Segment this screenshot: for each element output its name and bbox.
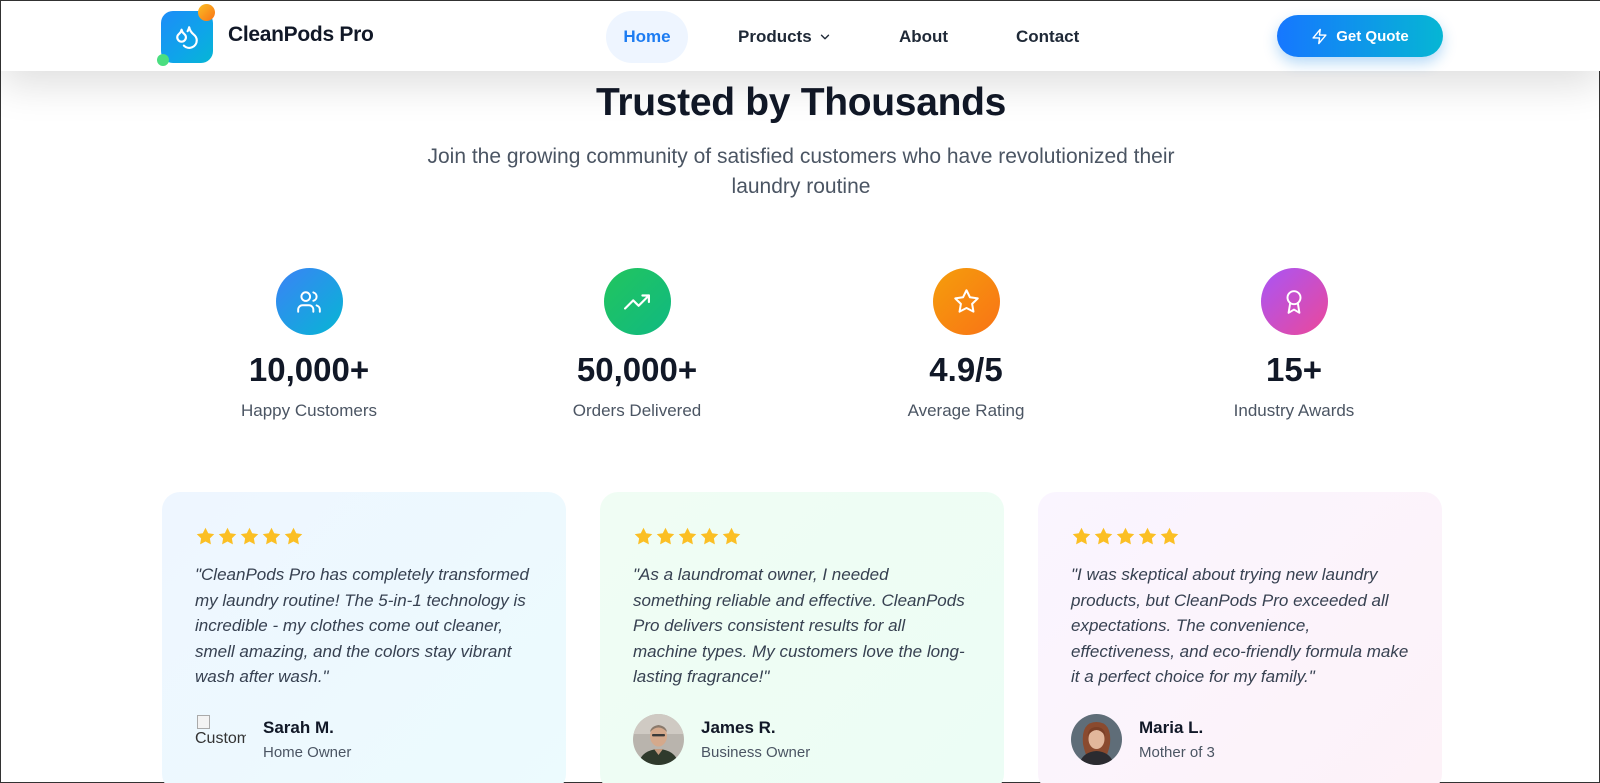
star-icon xyxy=(262,527,281,545)
author-name: Sarah M. xyxy=(263,718,334,737)
star-icon xyxy=(1116,527,1135,545)
droplets-icon xyxy=(176,26,198,49)
stat-label: Industry Awards xyxy=(1233,401,1355,420)
nav-about[interactable]: About xyxy=(899,11,948,63)
stat-happy-customers: 10,000+ Happy Customers xyxy=(179,268,439,421)
author-name: James R. xyxy=(701,718,776,737)
broken-image-icon xyxy=(197,715,210,729)
stat-value: 4.9/5 xyxy=(929,351,1003,388)
stat-icon-circle xyxy=(1260,268,1328,335)
stat-value: 15+ xyxy=(1266,351,1322,388)
star-rating xyxy=(1071,526,1409,548)
testimonial-card: "CleanPods Pro has completely transforme… xyxy=(162,492,566,783)
star-icon xyxy=(1072,527,1091,545)
get-quote-label: Get Quote xyxy=(1336,27,1409,45)
stat-icon-circle xyxy=(603,268,671,335)
logo-accent-dot xyxy=(157,54,169,66)
avatar-alt-text: Customer xyxy=(195,730,246,747)
stat-industry-awards: 15+ Industry Awards xyxy=(1164,268,1424,421)
man-portrait-icon xyxy=(633,714,684,765)
star-icon xyxy=(1138,527,1157,545)
author-role: Home Owner xyxy=(263,744,352,761)
testimonial-quote: "As a laundromat owner, I needed somethi… xyxy=(633,565,965,686)
logo[interactable] xyxy=(157,3,227,69)
star-rating xyxy=(195,526,533,548)
star-icon xyxy=(1094,527,1113,545)
stat-value: 10,000+ xyxy=(248,351,370,388)
section-title: Trusted by Thousands xyxy=(595,81,1007,124)
section-subtitle: Join the growing community of satisfied … xyxy=(427,145,1175,198)
logo-accent-dot xyxy=(198,4,215,21)
star-icon xyxy=(218,527,237,545)
author-role: Mother of 3 xyxy=(1139,744,1215,761)
avatar xyxy=(633,714,684,765)
brand-name[interactable]: CleanPods Pro xyxy=(228,23,374,47)
site-header: CleanPods Pro Home Products About Contac… xyxy=(1,1,1600,71)
nav-products[interactable]: Products xyxy=(738,11,832,63)
author-role: Business Owner xyxy=(701,744,811,761)
star-rating xyxy=(633,526,971,548)
star-icon xyxy=(240,527,259,545)
get-quote-button[interactable]: Get Quote xyxy=(1277,15,1443,57)
testimonial-card: "I was skeptical about trying new laundr… xyxy=(1038,492,1442,783)
star-icon xyxy=(284,527,303,545)
star-icon xyxy=(196,527,215,545)
testimonial-quote: "CleanPods Pro has completely transforme… xyxy=(195,565,529,686)
stat-icon-circle xyxy=(275,268,343,335)
star-icon xyxy=(700,527,719,545)
star-icon xyxy=(656,527,675,545)
stat-label: Average Rating xyxy=(907,401,1025,420)
trending-up-icon xyxy=(624,293,650,310)
woman-portrait-icon xyxy=(1071,714,1122,765)
stat-average-rating: 4.9/5 Average Rating xyxy=(836,268,1096,421)
star-icon xyxy=(953,289,979,313)
testimonial-quote: "I was skeptical about trying new laundr… xyxy=(1071,565,1409,686)
stat-value: 50,000+ xyxy=(576,351,698,388)
avatar: Customer xyxy=(195,714,246,765)
testimonial-author: James R. Business Owner xyxy=(633,714,810,765)
chevron-down-icon xyxy=(820,34,829,40)
nav-products-label: Products xyxy=(738,27,812,46)
stat-orders-delivered: 50,000+ Orders Delivered xyxy=(507,268,767,421)
star-icon xyxy=(722,527,741,545)
lightning-icon xyxy=(1312,28,1327,44)
avatar xyxy=(1071,714,1122,765)
award-icon xyxy=(1286,289,1302,314)
author-name: Maria L. xyxy=(1139,718,1204,737)
star-icon xyxy=(678,527,697,545)
star-icon xyxy=(634,527,653,545)
stat-label: Happy Customers xyxy=(240,401,378,420)
testimonial-author: Customer Sarah M. Home Owner xyxy=(195,714,351,765)
testimonial-author: Maria L. Mother of 3 xyxy=(1071,714,1215,765)
testimonial-card: "As a laundromat owner, I needed somethi… xyxy=(600,492,1004,783)
star-icon xyxy=(1160,527,1179,545)
nav-contact[interactable]: Contact xyxy=(1016,11,1079,63)
nav-home[interactable]: Home xyxy=(606,11,688,63)
users-icon xyxy=(297,290,321,313)
stat-icon-circle xyxy=(932,268,1000,335)
stat-label: Orders Delivered xyxy=(572,401,702,420)
